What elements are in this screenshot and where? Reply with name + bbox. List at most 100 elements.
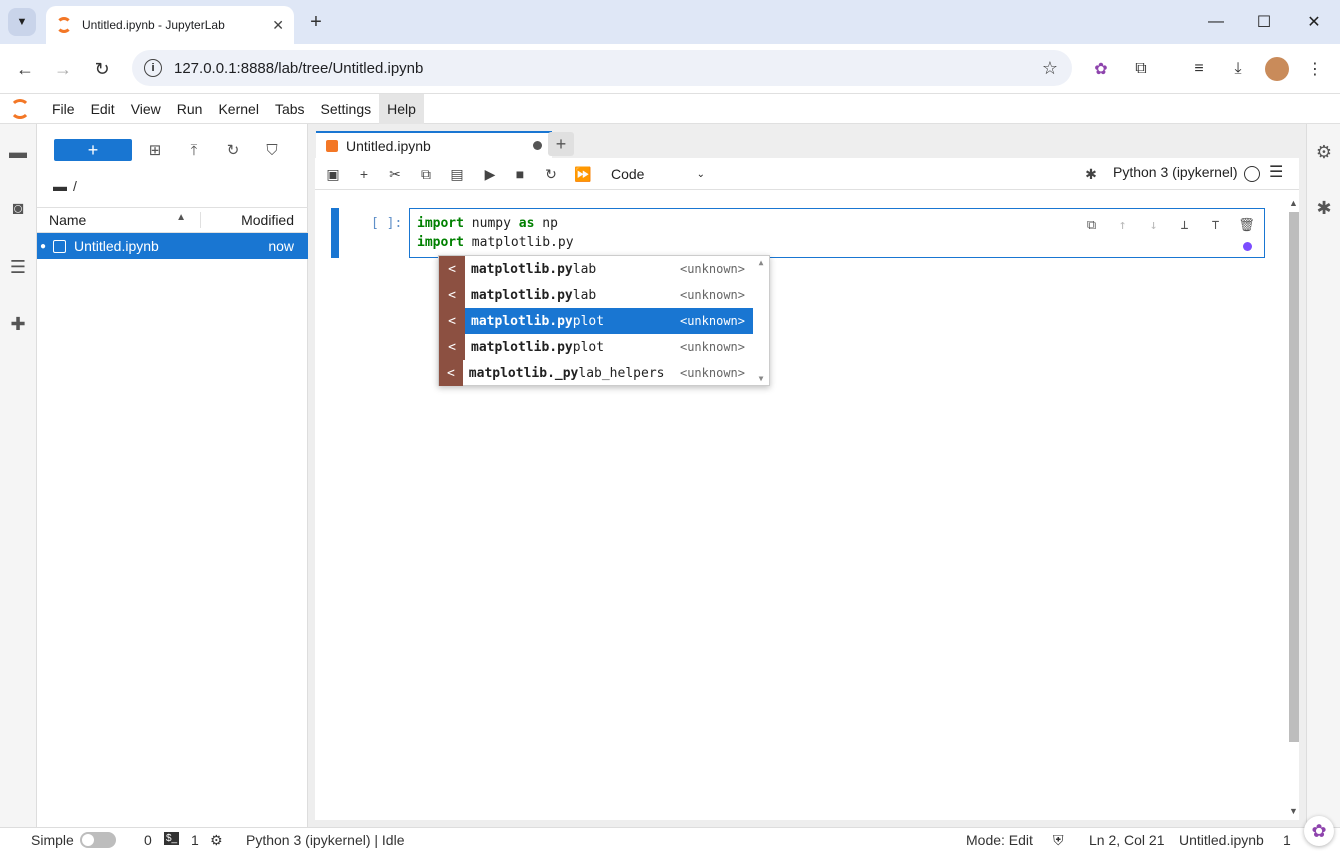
restart-run-all-icon[interactable]: ⏩ [571,162,595,186]
completer-item-selected[interactable]: < matplotlib.pyplot <unknown> [439,308,753,334]
notebook-tab[interactable]: Untitled.ipynb [316,131,552,158]
url-text[interactable]: 127.0.0.1:8888/lab/tree/Untitled.ipynb [174,60,1042,77]
completer-item[interactable]: < matplotlib.pylab <unknown> [439,282,753,308]
debugger-icon[interactable]: ✱ [1312,196,1336,220]
download-icon[interactable]: ⤓ [1226,57,1250,81]
bookmark-star-icon[interactable]: ☆ [1042,58,1058,79]
cut-icon[interactable]: ✂ [383,162,407,186]
assistant-brain-icon[interactable]: ✿ [1304,816,1334,846]
keyword: import [417,216,464,231]
notebook-scrollbar[interactable]: ▲ ▼ [1287,198,1301,818]
move-down-icon[interactable]: ↓ [1142,215,1165,235]
match-prefix: matplotlib.py [471,261,573,277]
completer-scrollbar[interactable]: ▲ ▼ [755,258,767,383]
add-tab-button[interactable]: + [548,132,574,156]
kernel-count[interactable]: 1 [191,832,199,848]
modified-column-header[interactable]: Modified [201,212,308,228]
media-queue-icon[interactable]: ≡ [1187,57,1211,81]
brain-extension-icon[interactable]: ✿ [1089,57,1113,81]
home-folder-icon[interactable]: ▬ [53,178,67,194]
copy-icon[interactable]: ⧉ [414,162,438,186]
new-launcher-button[interactable]: + [54,139,132,161]
kernel-status-text[interactable]: Python 3 (ipykernel) | Idle [246,832,405,848]
completer-item[interactable]: < matplotlib._pylab_helpers <unknown> [439,360,753,386]
scroll-up-icon[interactable]: ▲ [1289,198,1298,208]
refresh-icon[interactable]: ↻ [221,138,245,162]
menu-tabs[interactable]: Tabs [267,94,313,124]
filter-icon[interactable]: ⛉ [260,138,284,162]
terminal-count[interactable]: 0 [144,832,152,848]
terminal-icon[interactable]: $_ [164,832,180,845]
extension-manager-icon[interactable]: ✚ [6,312,30,336]
tab-search-button[interactable]: ▼ [8,8,36,36]
forward-button[interactable]: → [50,56,76,82]
delete-cell-icon[interactable]: 🗑 [1235,215,1258,235]
property-inspector-gears-icon[interactable]: ⚙ [1312,140,1336,164]
save-icon[interactable]: ▣ [321,162,345,186]
code-cell[interactable]: [ ]: import numpy as np import matplotli… [331,208,1265,258]
hamburger-menu-icon[interactable]: ☰ [1269,162,1283,182]
insert-cell-icon[interactable]: + [352,162,376,186]
run-icon[interactable]: ▶ [478,162,502,186]
kernel-chip-icon[interactable]: ⚙ [210,832,223,849]
scroll-up-icon[interactable]: ▲ [759,258,764,267]
debugger-bug-icon[interactable]: ✱ [1079,162,1103,186]
running-sessions-icon[interactable]: ◙ [6,196,30,220]
table-of-contents-icon[interactable]: ☰ [6,255,30,279]
cursor-position[interactable]: Ln 2, Col 21 [1089,832,1165,848]
duplicate-cell-icon[interactable]: ⧉ [1080,215,1103,235]
menu-file[interactable]: File [44,94,83,124]
cell-type-select[interactable]: Code ⌄ [611,163,705,185]
shield-check-icon[interactable]: ⛨ [1053,832,1064,849]
close-window-icon[interactable]: ✕ [1302,10,1326,34]
close-tab-icon[interactable]: ✕ [272,17,284,34]
maximize-icon[interactable]: ☐ [1252,10,1276,34]
new-folder-icon[interactable]: ⊞ [143,138,167,162]
file-row[interactable]: ● Untitled.ipynb now [37,233,308,259]
paste-icon[interactable]: ▤ [445,162,469,186]
stop-icon[interactable]: ■ [508,162,532,186]
move-up-icon[interactable]: ↑ [1111,215,1134,235]
menu-run[interactable]: Run [169,94,211,124]
extensions-puzzle-icon[interactable]: ⧉ [1129,57,1153,81]
menu-help[interactable]: Help [379,93,424,124]
upload-icon[interactable]: ⤒ [182,138,206,162]
notification-count[interactable]: 1 [1283,832,1291,848]
browser-tabstrip: ▼ Untitled.ipynb - JupyterLab ✕ + — ☐ ✕ [0,0,1340,44]
menu-kernel[interactable]: Kernel [210,94,266,124]
completion-type-icon: < [439,308,465,334]
insert-above-icon[interactable]: ⊥ [1173,215,1196,235]
scroll-down-icon[interactable]: ▼ [759,374,764,383]
unsaved-dot-icon[interactable] [533,141,542,150]
completer-item[interactable]: < matplotlib.pylab <unknown> [439,256,753,282]
folder-icon[interactable]: ▬ [6,140,30,164]
omnibox[interactable]: i 127.0.0.1:8888/lab/tree/Untitled.ipynb… [132,50,1072,86]
reload-button[interactable]: ↻ [89,56,115,82]
new-tab-button[interactable]: + [304,10,328,34]
menu-view[interactable]: View [123,94,169,124]
breadcrumb-path[interactable]: / [73,178,77,194]
name-column-header[interactable]: Name ▲ [37,212,201,228]
code-editor[interactable]: import numpy as np import matplotlib.py … [409,208,1265,258]
kernel-name[interactable]: Python 3 (ipykernel) [1113,164,1238,180]
file-list-header: Name ▲ Modified [37,207,308,233]
restart-icon[interactable]: ↻ [539,162,563,186]
completer-item[interactable]: < matplotlib.pyplot <unknown> [439,334,753,360]
scrollbar-thumb[interactable] [1289,212,1299,742]
minimize-icon[interactable]: — [1204,10,1228,34]
notebook-tab-label: Untitled.ipynb [346,137,431,154]
insert-below-icon[interactable]: ⊤ [1204,215,1227,235]
address-toolbar: ← → ↻ i 127.0.0.1:8888/lab/tree/Untitled… [0,44,1340,94]
cell-collapser[interactable] [331,208,339,258]
simple-mode-toggle[interactable] [80,832,116,848]
site-info-icon[interactable]: i [144,59,162,77]
scroll-down-icon[interactable]: ▼ [1289,806,1298,816]
back-button[interactable]: ← [12,56,38,82]
match-prefix: matplotlib.py [471,313,573,329]
menu-settings[interactable]: Settings [313,94,380,124]
browser-tab[interactable]: Untitled.ipynb - JupyterLab ✕ [46,6,294,44]
breadcrumb[interactable]: ▬ / [53,178,77,194]
browser-menu-icon[interactable]: ⋮ [1303,57,1327,81]
profile-avatar[interactable] [1265,57,1289,81]
menu-edit[interactable]: Edit [83,94,123,124]
